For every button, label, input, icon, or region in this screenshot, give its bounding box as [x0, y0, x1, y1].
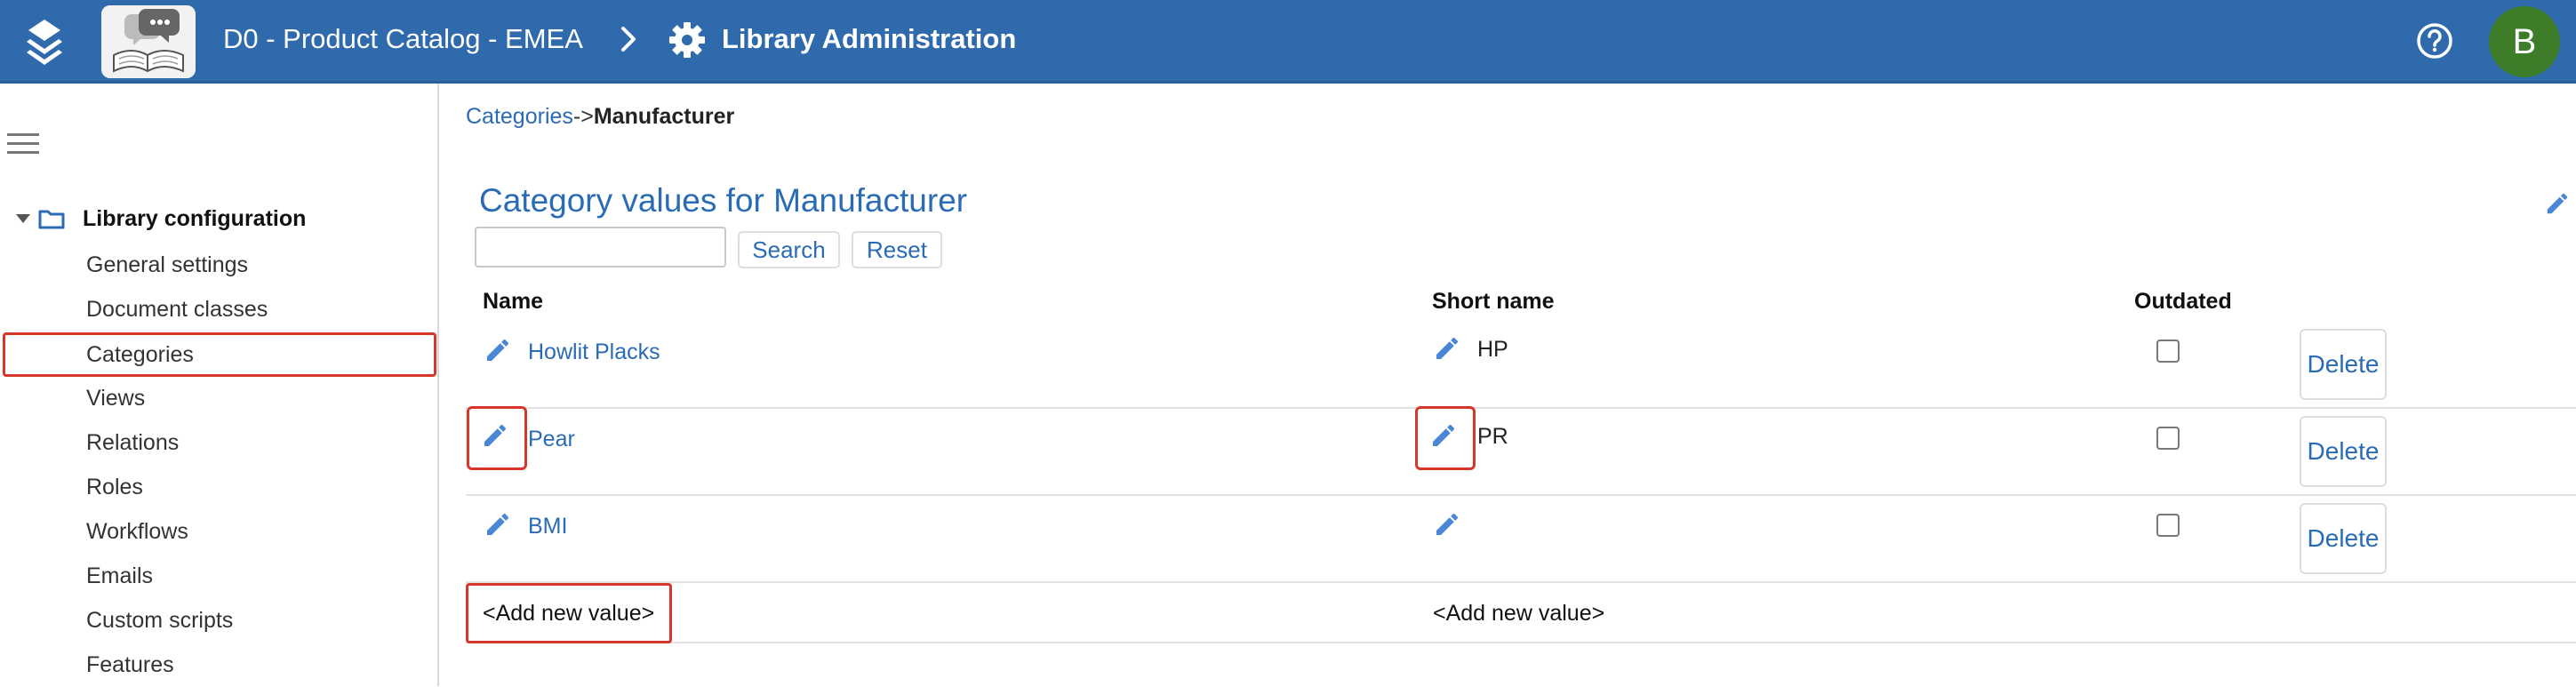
outdated-checkbox[interactable] — [2156, 427, 2180, 450]
table-row: Pear PR Delete — [466, 406, 2576, 496]
value-name-link[interactable]: Howlit Placks — [528, 337, 660, 367]
search-input[interactable] — [475, 227, 726, 268]
edit-short-name-pencil-icon[interactable] — [1415, 406, 1476, 470]
delete-button[interactable]: Delete — [2300, 503, 2387, 574]
search-button[interactable]: Search — [738, 231, 840, 268]
column-header-outdated: Outdated — [2134, 289, 2232, 314]
add-new-value-short-name[interactable]: <Add new value> — [1433, 583, 1604, 643]
edit-pencil-icon[interactable] — [2544, 190, 2571, 217]
outdated-checkbox[interactable] — [2156, 514, 2180, 537]
section-title: Library Administration — [722, 23, 1017, 54]
user-avatar[interactable]: B — [2489, 6, 2560, 77]
add-new-value-name[interactable]: <Add new value> — [466, 583, 672, 643]
sidebar-group-library-configuration[interactable]: Library configuration — [83, 204, 306, 233]
page-title: Category values for Manufacturer — [479, 182, 968, 219]
sidebar-item-document-classes[interactable]: Document classes — [0, 287, 439, 332]
delete-button[interactable]: Delete — [2300, 416, 2387, 487]
sidebar-item-views[interactable]: Views — [0, 376, 439, 420]
edit-short-name-pencil-icon[interactable] — [1429, 331, 1465, 366]
library-logo[interactable] — [101, 5, 196, 78]
table-row: BMI Delete — [466, 496, 2576, 583]
chevron-right-icon — [619, 23, 640, 55]
outdated-checkbox[interactable] — [2156, 340, 2180, 363]
help-icon[interactable] — [2415, 21, 2454, 60]
sidebar-item-workflows[interactable]: Workflows — [0, 509, 439, 554]
sidebar-item-categories[interactable]: Categories — [3, 332, 436, 377]
sidebar-item-roles[interactable]: Roles — [0, 465, 439, 509]
sidebar-item-emails[interactable]: Emails — [0, 554, 439, 598]
breadcrumb-current: Manufacturer — [593, 104, 735, 129]
edit-name-pencil-icon[interactable] — [480, 507, 516, 542]
breadcrumb-separator: -> — [572, 104, 594, 129]
column-header-short-name: Short name — [1432, 289, 1555, 314]
hamburger-menu-icon[interactable] — [7, 133, 39, 158]
value-short-name: PR — [1477, 424, 1508, 449]
sidebar-item-features[interactable]: Features — [0, 643, 439, 687]
edit-short-name-pencil-icon[interactable] — [1429, 507, 1465, 542]
value-name-link[interactable]: Pear — [528, 424, 575, 454]
app-title[interactable]: D0 - Product Catalog - EMEA — [223, 20, 583, 59]
gear-icon — [668, 21, 706, 59]
add-new-row: <Add new value> <Add new value> — [466, 583, 2576, 643]
sidebar-item-general-settings[interactable]: General settings — [0, 243, 439, 287]
column-header-name: Name — [483, 289, 544, 314]
edit-name-pencil-icon[interactable] — [467, 406, 527, 470]
sidebar-item-relations[interactable]: Relations — [0, 420, 439, 465]
sidebar: Library configuration General settings D… — [0, 84, 439, 686]
value-short-name: HP — [1477, 337, 1508, 362]
breadcrumb: Categories->Manufacturer — [466, 101, 734, 132]
breadcrumb-categories-link[interactable]: Categories — [466, 104, 573, 129]
sidebar-item-custom-scripts[interactable]: Custom scripts — [0, 598, 439, 643]
edit-name-pencil-icon[interactable] — [480, 332, 516, 368]
top-bar: D0 - Product Catalog - EMEA Library Admi… — [0, 0, 2576, 84]
value-name-link[interactable]: BMI — [528, 511, 567, 541]
delete-button[interactable]: Delete — [2300, 329, 2387, 400]
folder-icon — [38, 208, 65, 229]
reset-button[interactable]: Reset — [852, 231, 942, 268]
table-row: Howlit Placks HP Delete — [466, 322, 2576, 409]
app-switcher-icon[interactable] — [21, 18, 68, 68]
caret-down-icon[interactable] — [16, 214, 30, 223]
